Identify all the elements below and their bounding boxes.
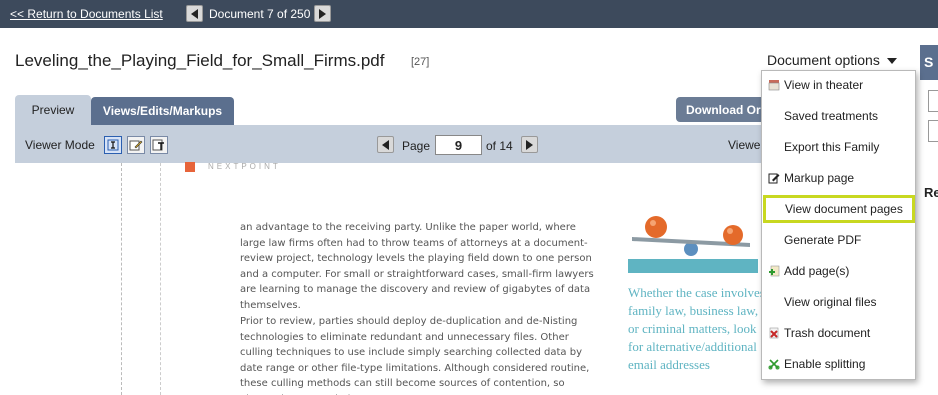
menu-item-label: Generate PDF [784,233,862,247]
balance-scale-illustration [628,216,758,273]
menu-item-label: Export this Family [784,140,880,154]
right-panel-section-title: Re [924,185,938,200]
nextpoint-logo-text: NEXTPOINT [208,162,281,171]
menu-item-saved-treatments[interactable]: Saved treatments [762,102,917,130]
tab-views-edits-markups[interactable]: Views/Edits/Markups [91,97,234,125]
arrow-left-icon [382,139,389,150]
arrow-left-icon [191,8,198,19]
split-icon [767,357,781,371]
previous-page-button[interactable] [377,136,394,153]
app-root: << Return to Documents List Document 7 o… [0,0,938,395]
menu-item-enable-splitting[interactable]: Enable splitting [762,350,917,378]
document-paragraph: an advantage to the receiving party. Unl… [240,222,594,311]
viewer-mode-label: Viewer Mode [25,138,95,152]
theater-icon [767,78,781,92]
text-select-mode-icon[interactable] [104,136,122,154]
document-options-button[interactable]: Document options [767,52,880,68]
add-page-icon [767,264,781,278]
arrow-right-icon [319,8,326,19]
annotate-mode-icon[interactable] [127,136,145,154]
menu-item-generate-pdf[interactable]: Generate PDF [762,226,917,254]
right-panel-field[interactable] [928,90,938,112]
document-counter: Document 7 of 250 [209,7,311,21]
menu-item-view-original-files[interactable]: View original files [762,288,917,316]
text-mode-icon[interactable] [150,136,168,154]
menu-item-label: Trash document [784,326,871,340]
trash-icon [767,326,781,340]
nextpoint-logo-icon [185,162,195,172]
text-icon [152,139,164,151]
tab-preview[interactable]: Preview [15,95,91,125]
next-document-button[interactable] [314,5,331,22]
pencil-edit-icon [129,140,143,151]
menu-item-label: View in theater [784,78,864,92]
menu-item-view-document-pages[interactable]: View document pages [763,195,915,223]
menu-item-label: Markup page [784,171,855,185]
return-to-documents-link[interactable]: << Return to Documents List [10,7,163,21]
viewer-label: Viewer [728,138,765,152]
page-label: Page [402,139,431,153]
page-margin-line [160,163,161,395]
document-title: Leveling_the_Playing_Field_for_Small_Fir… [15,51,385,70]
menu-item-label: Enable splitting [784,357,866,371]
document-paragraph: Prior to review, parties should deploy d… [240,316,590,395]
right-panel-field[interactable] [928,120,938,142]
download-original-button[interactable]: Download Original [676,97,766,122]
next-page-button[interactable] [521,136,538,153]
menu-item-markup-page[interactable]: Markup page [762,164,917,192]
document-page-count: [27] [411,56,430,68]
page-margin-line [121,163,122,395]
menu-item-trash-document[interactable]: Trash document [762,319,917,347]
menu-item-label: Add page(s) [784,264,850,278]
page-total: of 14 [486,139,513,153]
arrow-right-icon [526,139,533,150]
menu-item-export-family[interactable]: Export this Family [762,133,917,161]
pencil-icon [767,171,781,185]
previous-document-button[interactable] [186,5,203,22]
menu-item-add-pages[interactable]: Add page(s) [762,257,917,285]
menu-item-view-in-theater[interactable]: View in theater [762,71,917,99]
menu-item-label: View original files [784,295,877,309]
right-panel-header: S [920,45,938,80]
page-number-input[interactable] [435,135,482,155]
cursor-text-icon [107,139,119,151]
document-options-menu: View in theater Saved treatments Export … [761,70,916,380]
menu-item-label: Saved treatments [784,109,879,123]
chevron-down-icon [887,58,897,64]
menu-item-label: View document pages [785,202,903,216]
pull-quote: Whether the case involves family law, bu… [628,285,765,372]
